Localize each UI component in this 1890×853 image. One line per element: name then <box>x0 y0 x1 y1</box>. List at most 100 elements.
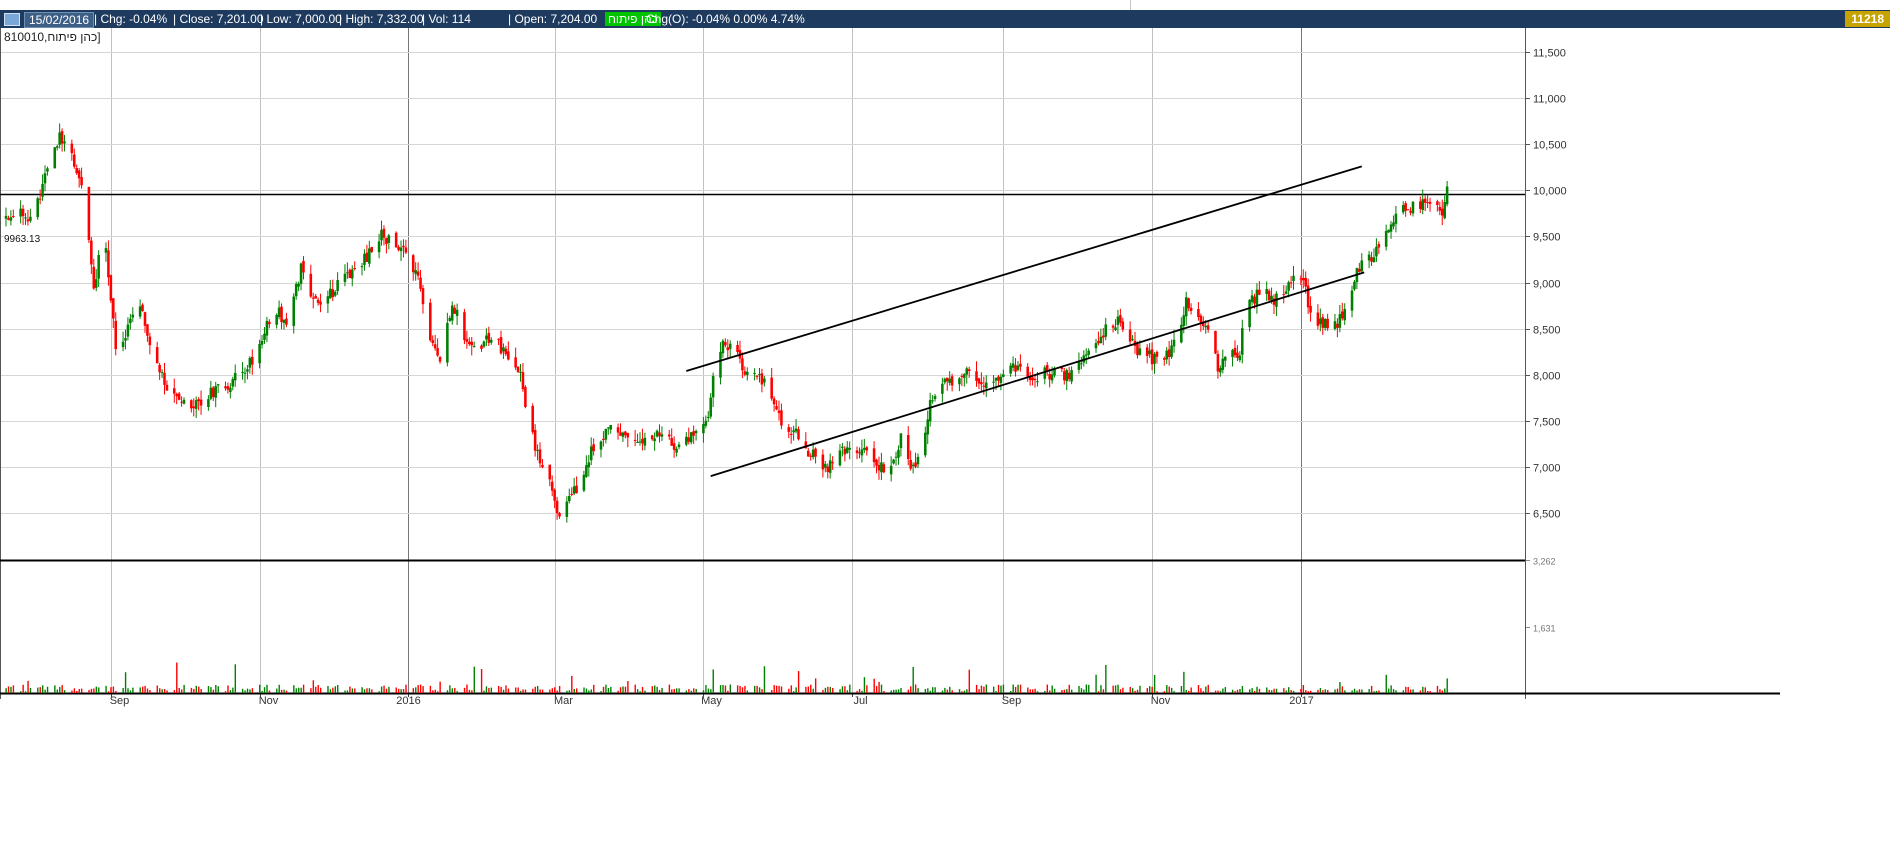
volume-bar <box>1251 688 1253 693</box>
volume-bar <box>378 691 380 693</box>
volume-bar <box>607 687 610 693</box>
volume-bar <box>1012 684 1014 693</box>
candle-body <box>926 419 930 435</box>
volume-bar <box>849 684 851 693</box>
volume-bar <box>1409 689 1412 693</box>
volume-bar <box>1214 690 1217 693</box>
volume-bar <box>263 687 266 693</box>
candle-body <box>470 341 474 346</box>
candle-body <box>763 378 766 383</box>
candle-body <box>1401 205 1405 213</box>
candle-body <box>370 246 374 252</box>
candle-body <box>1111 325 1115 328</box>
volume-bar <box>1305 690 1307 693</box>
volume-bar <box>978 689 980 693</box>
volume-bar <box>363 689 366 693</box>
volume-bar <box>46 686 49 693</box>
candle-body <box>1250 295 1254 303</box>
candle-body <box>550 481 554 491</box>
volume-bar <box>1339 682 1341 693</box>
trend-channel-lower-line <box>710 271 1365 477</box>
volume-bar <box>707 688 710 693</box>
candle-body <box>1238 355 1242 361</box>
candle-body <box>1343 308 1346 321</box>
candle-body <box>843 448 847 455</box>
volume-bar <box>724 685 727 693</box>
volume-bar <box>1324 689 1327 693</box>
volume-bar <box>480 669 483 693</box>
high-readout: | High: 7,332.00 <box>339 12 424 26</box>
candle-body <box>602 438 605 441</box>
volume-bar <box>1353 688 1356 693</box>
candle-body <box>21 208 25 217</box>
candle-body <box>263 333 266 340</box>
date-field[interactable]: 15/02/2016 <box>24 12 95 28</box>
volume-bar <box>539 689 541 693</box>
candle-body <box>121 341 125 348</box>
candle-body <box>760 373 764 385</box>
candle-body <box>875 459 878 466</box>
volume-bar <box>217 686 219 693</box>
volume-bar <box>1290 690 1292 693</box>
candle-body <box>928 400 932 422</box>
volume-bar <box>575 688 578 693</box>
candle-body <box>382 228 386 238</box>
chart-icon[interactable] <box>4 13 20 26</box>
volume-bar <box>778 685 780 693</box>
candle-body <box>1375 246 1378 257</box>
volume-bar <box>20 691 22 693</box>
volume-bar <box>1183 671 1185 693</box>
volume-bar <box>702 690 705 693</box>
volume-bar <box>1185 689 1188 693</box>
candle-body <box>780 410 783 426</box>
volume-bar <box>812 688 814 693</box>
candle-body <box>570 493 573 495</box>
candlestick-chart[interactable]: Sep Nov 2016 Mar May Jul Sep Nov 201711,50011,00… <box>0 28 1890 853</box>
volume-bar <box>951 690 953 693</box>
candle-body <box>860 449 864 456</box>
volume-bar <box>910 686 912 693</box>
candle-body <box>555 500 559 514</box>
horizontal-level-label: 9963.13 <box>4 234 41 245</box>
candle-body <box>316 299 320 303</box>
volume-bar <box>763 666 766 693</box>
volume-bar <box>795 687 797 693</box>
volume-bar <box>827 686 829 693</box>
volume-bar <box>841 686 844 693</box>
candle-body <box>1367 254 1371 261</box>
chart-area[interactable]: Sep Nov 2016 Mar May Jul Sep Nov 2017 11,500 11,00… <box>0 28 1890 853</box>
candle-body <box>143 312 147 326</box>
volume-bar <box>583 687 585 693</box>
volume-tick-label: 1,631 <box>1533 624 1556 634</box>
volume-bar <box>641 686 644 693</box>
candle-body <box>1419 201 1422 209</box>
volume-bar <box>466 684 468 693</box>
candle-body <box>975 371 978 381</box>
volume-bar <box>519 690 522 693</box>
open-readout: | Open: 7,204.00 <box>508 12 598 26</box>
candle-body <box>190 400 193 409</box>
volume-bar <box>280 689 283 693</box>
volume-bar <box>1014 686 1017 693</box>
candle-body <box>275 314 278 325</box>
volume-bar <box>1275 688 1278 693</box>
candle-body <box>1370 257 1373 262</box>
candle-body <box>1421 199 1425 211</box>
candle-body <box>889 465 893 475</box>
candle-body <box>241 371 244 373</box>
volume-bar <box>412 688 415 693</box>
volume-bar <box>485 686 488 693</box>
volume-bar <box>1231 689 1234 693</box>
candle-body <box>1050 374 1054 381</box>
candle-body <box>416 271 420 276</box>
candle-body <box>984 382 988 389</box>
volume-bar <box>439 681 441 693</box>
candle-body <box>429 302 432 341</box>
volume-bar <box>395 687 397 693</box>
volume-bar <box>856 690 858 693</box>
candle-body <box>1392 222 1395 227</box>
candle-body <box>1338 314 1342 328</box>
volume-bar <box>80 688 83 693</box>
volume-bar <box>1424 687 1426 693</box>
volume-bar <box>346 690 349 693</box>
